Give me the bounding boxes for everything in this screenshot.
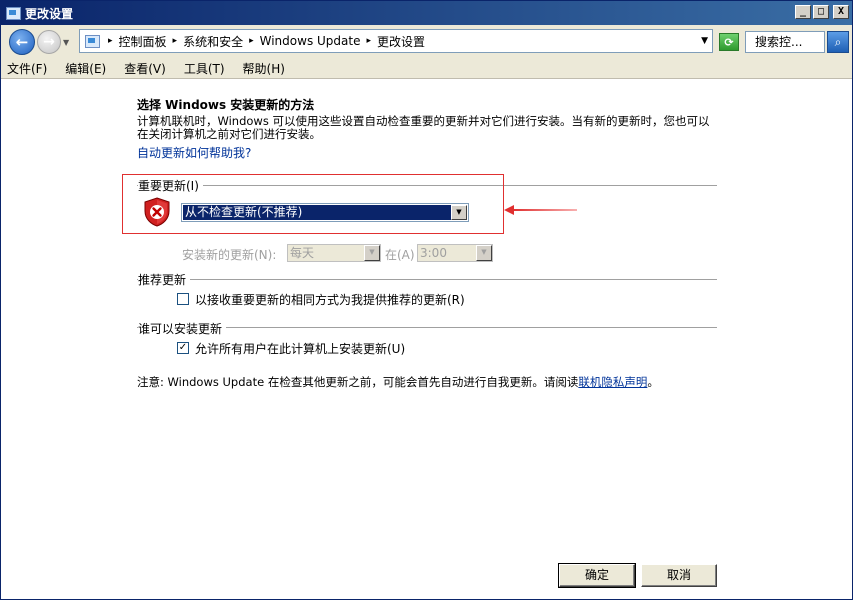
- install-new-updates-label: 安装新的更新(N):: [182, 248, 277, 262]
- search-icon[interactable]: ⌕: [827, 31, 849, 53]
- privacy-note: 注意: Windows Update 在检查其他更新之前，可能会首先自动进行自我…: [137, 374, 659, 390]
- breadcrumb-system-security[interactable]: 系统和安全: [183, 33, 243, 50]
- breadcrumb-windows-update[interactable]: Windows Update: [260, 34, 361, 48]
- annotation-arrow-line: [513, 209, 577, 211]
- breadcrumb-separator[interactable]: ▸: [249, 36, 254, 46]
- settings-content: 选择 Windows 安装更新的方法 计算机联机时，Windows 可以使用这些…: [1, 80, 852, 599]
- recommended-updates-checkbox-label[interactable]: 以接收重要更新的相同方式为我提供推荐的更新(R): [195, 291, 465, 308]
- chevron-down-icon[interactable]: ▼: [451, 205, 467, 220]
- breadcrumb: ▸ 控制面板 ▸ 系统和安全 ▸ Windows Update ▸ 更改设置: [102, 33, 425, 50]
- allow-all-users-checkbox[interactable]: ✓: [177, 342, 189, 354]
- back-arrow-icon[interactable]: ←: [9, 29, 35, 55]
- maximize-button[interactable]: □: [813, 5, 829, 19]
- window-controls: _ □ X: [795, 5, 849, 19]
- address-dropdown-icon[interactable]: ▼: [701, 36, 708, 46]
- install-day-value: 每天: [290, 246, 315, 260]
- important-updates-select[interactable]: 从不检查更新(不推荐) ▼: [181, 203, 469, 222]
- group-divider: [137, 279, 717, 280]
- install-time-select[interactable]: 3:00 ▼: [417, 244, 493, 262]
- breadcrumb-separator[interactable]: ▸: [366, 36, 371, 46]
- control-panel-icon: [84, 33, 100, 49]
- change-settings-window: 更改设置 _ □ X ← → ▼ ▸ 控制面板 ▸ 系统和安全 ▸ Window…: [0, 0, 853, 600]
- install-day-select[interactable]: 每天 ▼: [287, 244, 381, 262]
- refresh-icon[interactable]: ⟳: [719, 33, 739, 51]
- note-text: 注意: Windows Update 在检查其他更新之前，可能会首先自动进行自我…: [137, 375, 579, 389]
- breadcrumb-control-panel[interactable]: 控制面板: [119, 33, 167, 50]
- page-description: 计算机联机时，Windows 可以使用这些设置自动检查重要的更新并对它们进行安装…: [137, 114, 710, 141]
- who-can-install-label: 谁可以安装更新: [138, 320, 227, 337]
- allow-all-users-checkbox-label[interactable]: 允许所有用户在此计算机上安装更新(U): [195, 340, 405, 357]
- chevron-down-icon[interactable]: ▼: [364, 245, 380, 261]
- recommended-updates-checkbox[interactable]: [177, 293, 189, 305]
- breadcrumb-separator[interactable]: ▸: [173, 36, 178, 46]
- title-bar[interactable]: 更改设置 _ □ X: [1, 1, 852, 25]
- menu-tools[interactable]: 工具(T): [184, 60, 225, 77]
- breadcrumb-separator[interactable]: ▸: [108, 36, 113, 46]
- important-updates-value: 从不检查更新(不推荐): [183, 205, 451, 220]
- search-input[interactable]: 搜索控...: [745, 31, 825, 53]
- shield-error-icon: [144, 197, 170, 227]
- cancel-button[interactable]: 取消: [641, 564, 717, 587]
- recommended-updates-label: 推荐更新: [138, 271, 191, 288]
- note-suffix: 。: [647, 375, 659, 389]
- install-at-label: 在(A): [385, 248, 415, 262]
- control-panel-icon: [5, 5, 21, 21]
- breadcrumb-change-settings[interactable]: 更改设置: [377, 33, 425, 50]
- address-bar: ← → ▼ ▸ 控制面板 ▸ 系统和安全 ▸ Windows Update ▸ …: [1, 25, 852, 59]
- window-title: 更改设置: [25, 6, 74, 21]
- chevron-down-icon[interactable]: ▼: [476, 245, 492, 261]
- help-link[interactable]: 自动更新如何帮助我?: [137, 144, 251, 161]
- menu-edit[interactable]: 编辑(E): [65, 60, 106, 77]
- ok-button[interactable]: 确定: [558, 563, 636, 588]
- history-dropdown-icon[interactable]: ▼: [63, 38, 73, 47]
- forward-arrow-icon[interactable]: →: [37, 30, 61, 54]
- page-title: 选择 Windows 安装更新的方法: [137, 98, 315, 112]
- menu-bar: 文件(F) 编辑(E) 查看(V) 工具(T) 帮助(H): [1, 59, 852, 79]
- minimize-button[interactable]: _: [795, 5, 811, 19]
- menu-view[interactable]: 查看(V): [124, 60, 166, 77]
- install-time-value: 3:00: [420, 246, 447, 260]
- menu-help[interactable]: 帮助(H): [243, 60, 285, 77]
- close-button[interactable]: X: [833, 5, 849, 19]
- privacy-statement-link[interactable]: 联机隐私声明: [578, 375, 647, 389]
- menu-file[interactable]: 文件(F): [7, 60, 47, 77]
- address-field[interactable]: ▸ 控制面板 ▸ 系统和安全 ▸ Windows Update ▸ 更改设置 ▼: [79, 29, 713, 53]
